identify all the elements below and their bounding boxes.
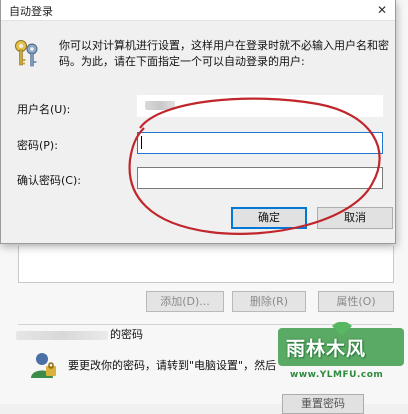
password-input[interactable] <box>137 132 383 154</box>
ok-button[interactable]: 确定 <box>231 207 307 229</box>
remove-user-button[interactable]: 删除(R) <box>232 291 306 312</box>
auto-login-dialog: 自动登录 ✕ 你可以对计算机进行设置，这样用户在登录时就不必输入用户名和密 码。… <box>0 0 396 244</box>
user-icon <box>31 353 56 378</box>
watermark-text: 雨林木风 <box>286 338 367 360</box>
close-icon[interactable]: ✕ <box>371 0 393 20</box>
username-label: 用户名(U): <box>17 103 71 116</box>
confirm-password-input[interactable] <box>137 167 383 189</box>
redacted-username-value <box>145 101 175 110</box>
text-caret <box>141 136 142 149</box>
keys-icon <box>15 40 38 67</box>
dialog-titlebar: 自动登录 ✕ <box>1 0 395 21</box>
confirm-password-label: 确认密码(C): <box>17 174 81 187</box>
cancel-button[interactable]: 取消 <box>317 207 393 229</box>
password-group-caption: 的密码 <box>16 327 146 343</box>
user-list[interactable] <box>18 246 394 283</box>
password-label: 密码(P): <box>17 139 58 152</box>
properties-button[interactable]: 属性(O) <box>318 291 394 312</box>
dialog-description: 你可以对计算机进行设置，这样用户在登录时就不必输入用户名和密 码。为此，请在下面… <box>59 39 389 68</box>
add-user-button[interactable]: 添加(D)... <box>146 291 224 312</box>
watermark-url: www.YLMFU.com <box>290 370 384 380</box>
redacted-username <box>16 330 108 340</box>
password-hint-text: 要更改你的密码，请转到"电脑设置"，然后 <box>68 359 277 372</box>
dialog-title: 自动登录 <box>9 5 53 18</box>
